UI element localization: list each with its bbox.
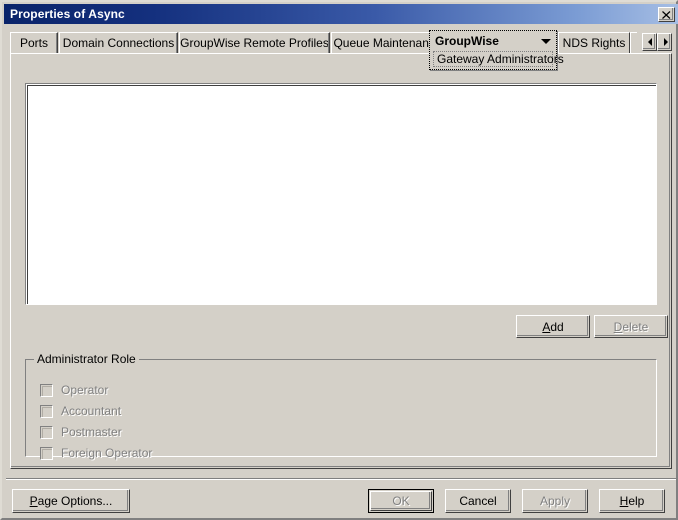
close-glyph [662, 10, 671, 19]
cancel-button[interactable]: Cancel [445, 489, 511, 513]
delete-button[interactable]: Delete [594, 315, 668, 338]
checkbox-postmaster[interactable] [40, 425, 53, 439]
help-button-label: Help [620, 494, 645, 508]
ok-button-label: OK [392, 494, 410, 508]
tab-label: Queue Maintenance [333, 36, 442, 50]
apply-button-label: Apply [539, 494, 571, 508]
tab-overflow-clip [630, 32, 637, 53]
tab-groupwise-remote-profiles[interactable]: GroupWise Remote Profiles [179, 32, 330, 53]
tab-groupwise-header[interactable]: GroupWise [431, 32, 555, 50]
tab-edge [328, 33, 329, 53]
add-rest: dd [550, 319, 564, 334]
cancel-button-label: Cancel [459, 494, 497, 508]
gateway-administrators-list[interactable] [25, 83, 657, 305]
tab-groupwise-label: GroupWise [435, 34, 499, 48]
chevron-down-icon[interactable] [541, 38, 551, 44]
tab-groupwise-selected-subitem[interactable]: Gateway Administrators [433, 51, 564, 67]
caption-buttons [658, 6, 675, 22]
window-title: Properties of Async [10, 7, 125, 21]
tab-domain-connections[interactable]: Domain Connections [59, 32, 178, 53]
delete-rest: elete [622, 319, 649, 334]
delete-mnemonic: D [613, 319, 623, 334]
ok-button[interactable]: OK [368, 489, 434, 513]
tab-page-panel: Add Delete Administrator Role Operator A… [10, 53, 672, 469]
page-options-rest: age Options... [37, 494, 113, 508]
tab-strip: Ports Domain Connections GroupWise Remot… [10, 30, 672, 70]
checkbox-accountant-label: Accountant [61, 404, 122, 418]
tab-scroll-buttons [642, 33, 672, 51]
administrator-role-legend: Administrator Role [34, 352, 139, 366]
checkbox-operator[interactable] [40, 383, 53, 397]
tab-label: Ports [19, 36, 48, 50]
tab-label: GroupWise Remote Profiles [180, 36, 329, 50]
administrator-role-group: Administrator Role Operator Accountant P… [25, 352, 657, 460]
tab-ports[interactable]: Ports [10, 32, 58, 53]
footer-separator [6, 478, 676, 480]
checkbox-row-operator[interactable]: Operator [40, 382, 108, 398]
subitem-label: Gateway Administrators [437, 52, 564, 66]
checkbox-operator-label: Operator [61, 383, 109, 397]
page-options-mnemonic: P [29, 494, 38, 508]
checkbox-foreign-operator-label: Foreign Operator [61, 446, 153, 460]
title-bar: Properties of Async [4, 4, 678, 24]
ok-button-inner: OK [370, 491, 432, 511]
page-options-button[interactable]: Page Options... [12, 489, 130, 513]
help-button[interactable]: Help [599, 489, 665, 513]
tab-nds-rights[interactable]: NDS Rights [558, 32, 630, 53]
checkbox-row-accountant[interactable]: Accountant [40, 403, 121, 419]
help-rest: elp [628, 494, 645, 508]
properties-dialog: Properties of Async Ports Domain Connect… [0, 0, 678, 520]
tab-edge [176, 33, 177, 53]
tab-label: NDS Rights [562, 36, 626, 50]
tab-groupwise-active[interactable]: GroupWise Gateway Administrators [429, 30, 564, 70]
checkbox-foreign-operator[interactable] [40, 446, 53, 460]
checkbox-postmaster-label: Postmaster [61, 425, 122, 439]
close-icon[interactable] [658, 6, 675, 22]
checkbox-row-foreign-operator[interactable]: Foreign Operator [40, 445, 152, 461]
tab-queue-maintenance[interactable]: Queue Maintenance [331, 32, 444, 53]
add-button-label: Add [542, 320, 563, 334]
checkbox-accountant[interactable] [40, 404, 53, 418]
arrow-left-icon [647, 38, 652, 46]
apply-button[interactable]: Apply [522, 489, 588, 513]
delete-button-label: Delete [614, 320, 649, 334]
add-button[interactable]: Add [516, 315, 590, 338]
tab-label: Domain Connections [62, 36, 175, 50]
scroll-tabs-right-button[interactable] [657, 33, 672, 51]
checkbox-row-postmaster[interactable]: Postmaster [40, 424, 122, 440]
scroll-tabs-left-button[interactable] [642, 33, 657, 51]
tab-edge [56, 33, 57, 53]
page-options-label: Page Options... [30, 494, 113, 508]
arrow-right-icon [663, 38, 668, 46]
